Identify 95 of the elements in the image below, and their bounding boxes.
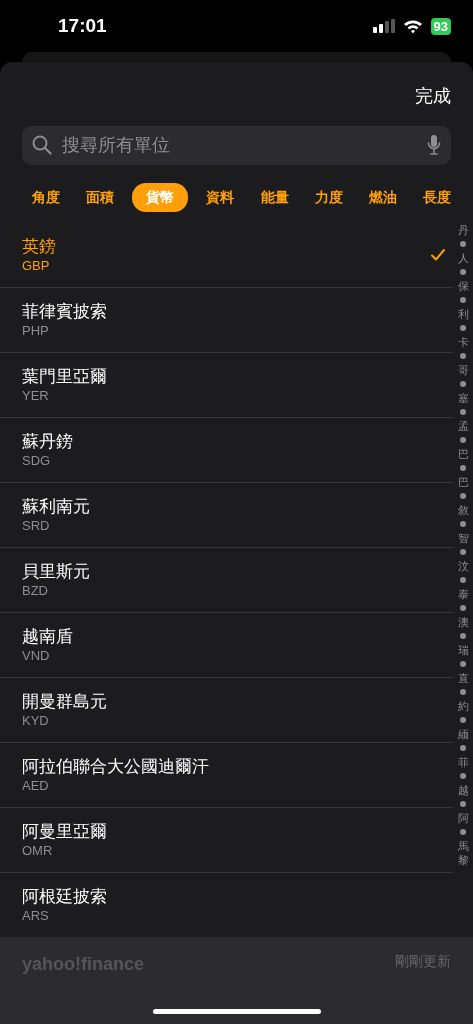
signal-icon xyxy=(372,19,395,33)
unit-row[interactable]: 菲律賓披索 PHP xyxy=(0,287,453,353)
unit-code: OMR xyxy=(22,842,54,859)
index-letter[interactable]: 孟 xyxy=(457,418,469,433)
unit-code: GBP xyxy=(22,257,51,274)
index-letter[interactable]: 緬 xyxy=(457,726,469,741)
index-letter[interactable]: 敘 xyxy=(457,502,469,517)
search-field[interactable]: 搜尋所有單位 xyxy=(60,130,419,160)
index-letter[interactable]: 巴 xyxy=(457,446,469,461)
index-dot[interactable] xyxy=(460,688,466,695)
unit-row[interactable]: 英鎊 GBP xyxy=(0,222,453,288)
done-button[interactable]: 完成 xyxy=(415,83,451,110)
index-letter[interactable]: 阿 xyxy=(457,810,469,825)
unit-row[interactable]: 阿曼里亞爾 OMR xyxy=(0,807,453,873)
category-tab[interactable]: 面積 xyxy=(78,182,123,212)
index-letter[interactable]: 智 xyxy=(457,530,469,545)
index-letter[interactable]: 巴 xyxy=(457,474,469,489)
unit-name: 葉門里亞爾 xyxy=(22,365,108,388)
unit-name: 越南盾 xyxy=(22,625,74,648)
unit-row[interactable]: 阿拉伯聯合大公國迪爾汗 AED xyxy=(0,742,453,808)
search-icon xyxy=(32,135,52,156)
index-dot[interactable] xyxy=(460,632,466,639)
index-letter[interactable]: 菲 xyxy=(457,754,469,769)
index-dot[interactable] xyxy=(460,352,466,359)
category-tab[interactable]: 長度 xyxy=(415,182,459,212)
index-dot[interactable] xyxy=(460,296,466,303)
index-letter[interactable]: 約 xyxy=(457,698,469,713)
index-dot[interactable] xyxy=(460,408,466,415)
index-letter[interactable]: 馬 xyxy=(457,838,469,853)
unit-code: KYD xyxy=(22,712,50,729)
unit-code: SDG xyxy=(22,452,52,469)
unit-name: 蘇利南元 xyxy=(22,495,91,518)
unit-name: 英鎊 xyxy=(22,235,57,258)
index-letter[interactable]: 汶 xyxy=(457,558,469,573)
index-letter[interactable]: 澳 xyxy=(457,614,469,629)
index-dot[interactable] xyxy=(460,268,466,275)
index-dot[interactable] xyxy=(460,800,466,807)
index-letter[interactable]: 越 xyxy=(457,782,469,797)
index-letter[interactable]: 黎 xyxy=(457,852,469,867)
index-letter[interactable]: 人 xyxy=(457,250,469,265)
index-dot[interactable] xyxy=(460,240,466,247)
index-letter[interactable]: 丹 xyxy=(457,222,469,237)
index-dot[interactable] xyxy=(460,660,466,667)
index-dot[interactable] xyxy=(460,716,466,723)
index-dot[interactable] xyxy=(460,436,466,443)
index-letter[interactable]: 保 xyxy=(457,278,469,293)
unit-code: SRD xyxy=(22,517,51,534)
unit-row[interactable]: 葉門里亞爾 YER xyxy=(0,352,453,418)
category-tab[interactable]: 能量 xyxy=(252,182,297,212)
index-dot[interactable] xyxy=(460,464,466,471)
index-dot[interactable] xyxy=(460,548,466,555)
index-dot[interactable] xyxy=(460,828,466,835)
index-letter[interactable]: 直 xyxy=(457,670,469,685)
index-dot[interactable] xyxy=(460,492,466,499)
index-letter[interactable]: 瑞 xyxy=(457,642,469,657)
category-tab[interactable]: 力度 xyxy=(306,182,351,212)
unit-name: 阿曼里亞爾 xyxy=(22,820,108,843)
index-dot[interactable] xyxy=(460,772,466,779)
index-letter[interactable]: 泰 xyxy=(457,586,469,601)
unit-row[interactable]: 開曼群島元 KYD xyxy=(0,677,453,743)
unit-code: PHP xyxy=(22,322,50,339)
index-dot[interactable] xyxy=(460,744,466,751)
unit-code: AED xyxy=(22,777,50,794)
search-bar[interactable]: 搜尋所有單位 xyxy=(22,126,451,165)
category-tab[interactable]: 燃油 xyxy=(360,182,405,212)
unit-code: VND xyxy=(22,647,51,664)
index-dot[interactable] xyxy=(460,324,466,331)
unit-code: YER xyxy=(22,387,50,404)
index-letter[interactable]: 哥 xyxy=(457,362,469,377)
unit-name: 阿拉伯聯合大公國迪爾汗 xyxy=(22,755,210,778)
status-time: 17:01 xyxy=(58,13,107,38)
unit-name: 蘇丹鎊 xyxy=(22,430,74,453)
wifi-icon xyxy=(402,18,423,34)
category-tab[interactable]: 角度 xyxy=(24,182,68,212)
unit-row[interactable]: 越南盾 VND xyxy=(0,612,453,678)
unit-code: ARS xyxy=(22,907,50,924)
index-dot[interactable] xyxy=(460,380,466,387)
checkmark-icon xyxy=(431,248,445,261)
unit-name: 開曼群島元 xyxy=(22,690,108,713)
index-dot[interactable] xyxy=(460,604,466,611)
unit-name: 貝里斯元 xyxy=(22,560,91,583)
index-letter[interactable]: 塞 xyxy=(457,390,469,405)
microphone-icon[interactable] xyxy=(427,134,441,157)
battery-level: 93 xyxy=(430,17,451,35)
unit-name: 阿根廷披索 xyxy=(22,885,108,908)
index-letter[interactable]: 卡 xyxy=(457,334,469,349)
unit-row[interactable]: 蘇利南元 SRD xyxy=(0,482,453,548)
unit-name: 菲律賓披索 xyxy=(22,300,108,323)
category-tab[interactable]: 資料 xyxy=(198,182,243,212)
unit-code: BZD xyxy=(22,582,49,599)
index-letter[interactable]: 利 xyxy=(457,306,469,321)
unit-row[interactable]: 蘇丹鎊 SDG xyxy=(0,417,453,483)
index-dot[interactable] xyxy=(460,520,466,527)
index-dot[interactable] xyxy=(460,576,466,583)
unit-row[interactable]: 貝里斯元 BZD xyxy=(0,547,453,613)
